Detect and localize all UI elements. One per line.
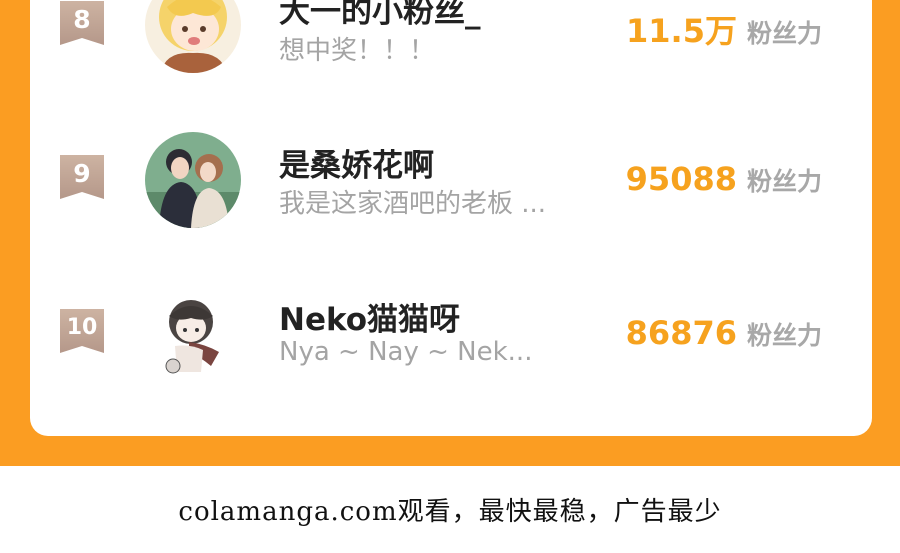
fans-label: 粉丝力: [746, 19, 822, 48]
ranking-row[interactable]: 9 是桑娇花啊 我是这家酒吧的老板 ... 95088 粉丝力: [30, 128, 872, 238]
user-name[interactable]: 是桑娇花啊: [279, 140, 434, 185]
blonde-girl-avatar-icon[interactable]: [145, 0, 241, 73]
ranking-row[interactable]: 8 大一的小粉丝_ 想中奖！！！ 11.5万 粉丝力: [30, 0, 872, 78]
footer-text: colamanga.com观看，最快最稳，广告最少: [178, 497, 722, 527]
couple-avatar-icon[interactable]: [145, 132, 241, 228]
user-bio: Nya ~ Nay ~ Nek...: [279, 337, 533, 367]
rank-number: 9: [73, 159, 91, 188]
rank-badge: 8: [60, 1, 104, 45]
fans-power: 86876 粉丝力: [626, 314, 822, 352]
fans-label: 粉丝力: [746, 321, 822, 350]
fans-power: 11.5万 粉丝力: [626, 6, 822, 52]
rank-badge: 9: [60, 155, 104, 199]
fans-power: 95088 粉丝力: [626, 160, 822, 198]
user-bio: 想中奖！！！: [279, 36, 436, 66]
fan-ranking-card: 8 大一的小粉丝_ 想中奖！！！ 11.5万 粉丝力 9 是桑娇花啊 我是这家酒…: [30, 0, 872, 436]
fans-label: 粉丝力: [746, 167, 822, 196]
user-name[interactable]: Neko猫猫呀: [279, 294, 460, 339]
rank-number: 10: [66, 315, 98, 340]
rank-number: 8: [73, 5, 91, 34]
footer-watermark: colamanga.com观看，最快最稳，广告最少: [0, 466, 900, 553]
fans-count: 95088: [625, 160, 737, 198]
user-name[interactable]: 大一的小粉丝_: [279, 0, 481, 31]
chibi-girl-avatar-icon[interactable]: [145, 286, 241, 382]
ranking-row[interactable]: 10 Neko猫猫呀 Nya ~ Nay ~ Nek... 86876 粉丝力: [30, 282, 872, 392]
fans-count: 86876: [625, 314, 737, 352]
rank-badge: 10: [60, 309, 104, 353]
user-bio: 我是这家酒吧的老板 ...: [279, 189, 547, 219]
fans-count: 11.5万: [626, 12, 737, 50]
